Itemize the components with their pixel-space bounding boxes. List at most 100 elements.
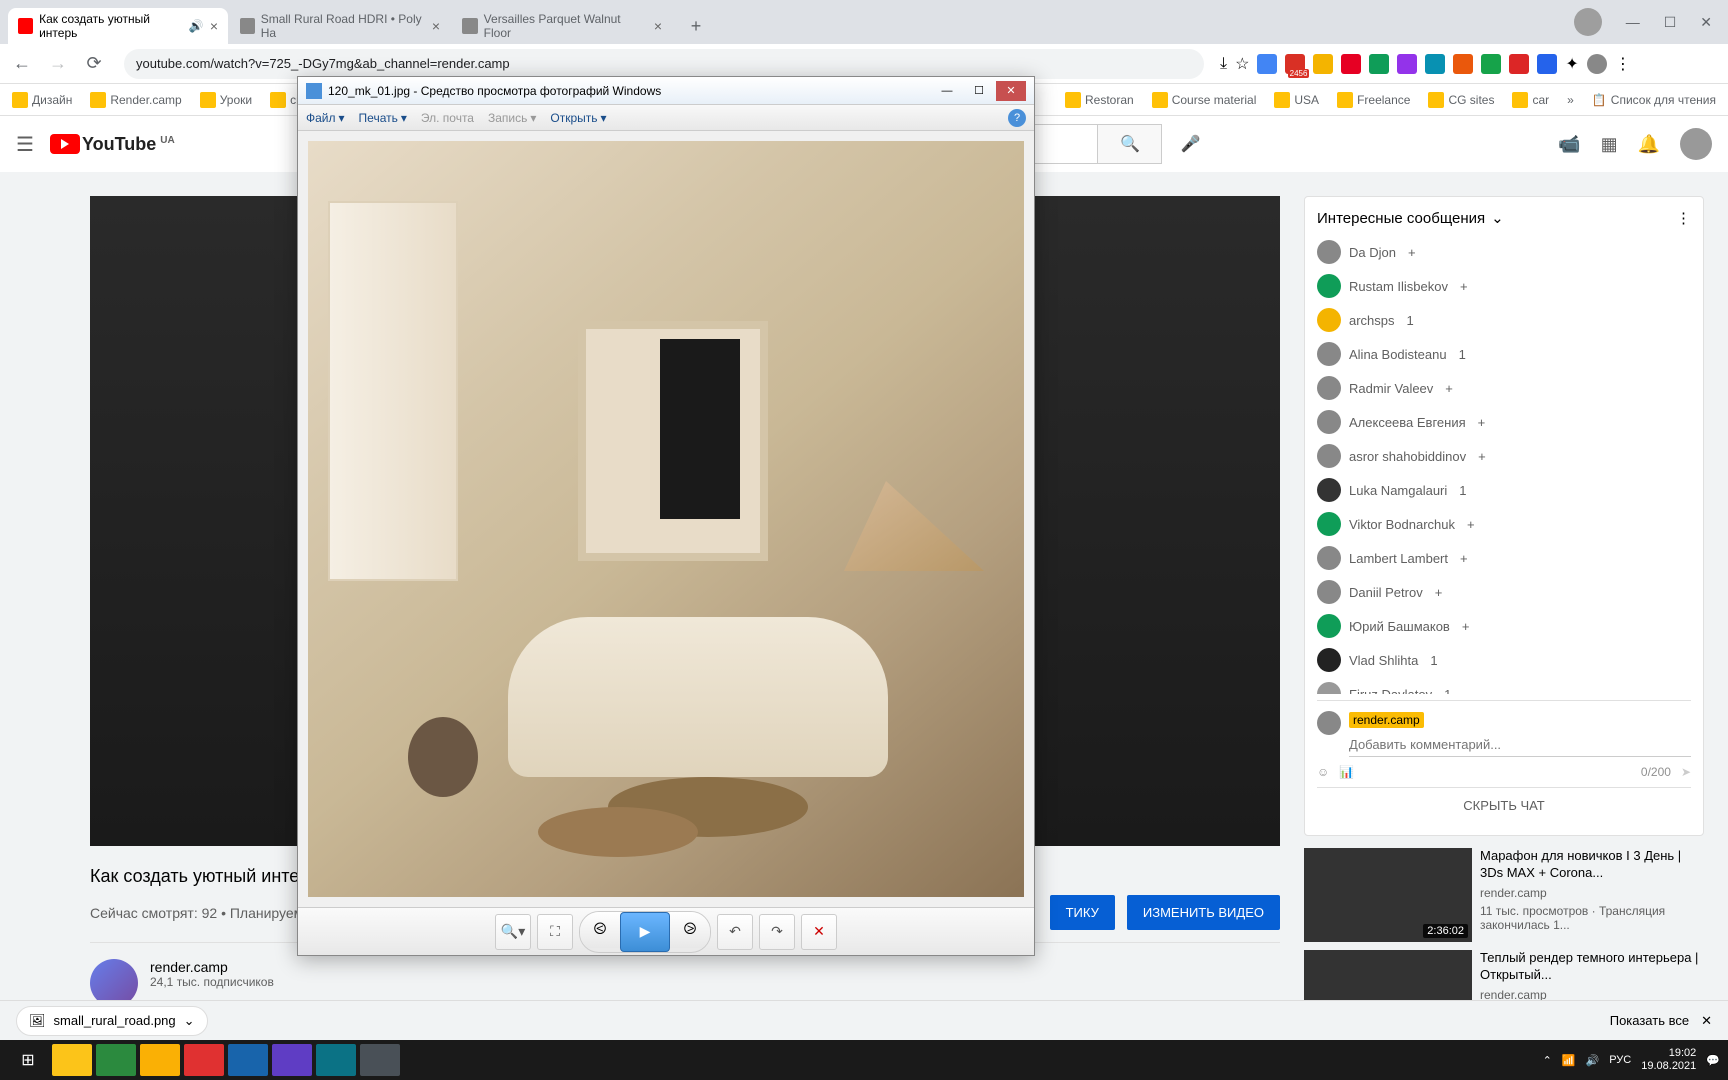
minimize-button[interactable]: — (932, 81, 962, 101)
extension-icon[interactable] (1257, 54, 1277, 74)
browser-tab-active[interactable]: Как создать уютный интерь 🔊 × (8, 8, 228, 44)
help-icon[interactable]: ? (1008, 109, 1026, 127)
record-menu[interactable]: Запись ▾ (488, 111, 536, 125)
address-bar[interactable]: youtube.com/watch?v=725_-DGy7mg&ab_chann… (124, 49, 1204, 79)
chat-username[interactable]: Rustam Ilisbekov (1349, 279, 1448, 294)
file-menu[interactable]: Файл ▾ (306, 111, 345, 125)
hamburger-icon[interactable]: ☰ (16, 132, 34, 157)
extensions-menu-icon[interactable]: ✦ (1565, 54, 1578, 74)
chat-user-avatar[interactable] (1317, 682, 1341, 694)
chat-user-avatar[interactable] (1317, 512, 1341, 536)
notifications-icon[interactable]: 🔔 (1638, 134, 1660, 155)
send-icon[interactable]: ➤ (1681, 765, 1691, 779)
search-button[interactable]: 🔍 (1098, 124, 1162, 164)
extension-icon[interactable] (1341, 54, 1361, 74)
chat-user-avatar[interactable] (1317, 376, 1341, 400)
create-video-icon[interactable]: 📹 (1558, 134, 1580, 155)
extension-icon[interactable] (1481, 54, 1501, 74)
rotate-right-button[interactable]: ↷ (759, 914, 795, 950)
extension-icon[interactable] (1397, 54, 1417, 74)
back-button[interactable]: ← (8, 50, 36, 78)
language-indicator[interactable]: РУС (1609, 1054, 1631, 1066)
chat-username[interactable]: Viktor Bodnarchuk (1349, 517, 1455, 532)
user-avatar[interactable] (1680, 128, 1712, 160)
bookmark-folder[interactable]: Restoran (1065, 92, 1134, 108)
bookmark-folder[interactable]: Дизайн (12, 92, 72, 108)
star-icon[interactable]: ☆ (1235, 54, 1249, 74)
new-tab-button[interactable]: + (682, 12, 710, 40)
extension-icon[interactable] (1313, 54, 1333, 74)
chat-username[interactable]: archsps (1349, 313, 1395, 328)
delete-button[interactable]: ✕ (801, 914, 837, 950)
maximize-button[interactable]: ☐ (964, 81, 994, 101)
chat-username[interactable]: Firuz Davlatov (1349, 687, 1432, 695)
reading-list-button[interactable]: 📋 Список для чтения (1592, 93, 1716, 107)
chat-user-avatar[interactable] (1317, 614, 1341, 638)
rotate-left-button[interactable]: ↶ (717, 914, 753, 950)
show-all-button[interactable]: Показать все (1610, 1013, 1689, 1028)
chat-user-avatar[interactable] (1317, 648, 1341, 672)
chrome-menu-icon[interactable]: ⋮ (1615, 54, 1631, 74)
chat-user-avatar[interactable] (1317, 478, 1341, 502)
edit-video-button[interactable]: ИЗМЕНИТЬ ВИДЕО (1127, 895, 1280, 930)
image-canvas[interactable] (298, 131, 1034, 907)
bookmark-folder[interactable]: Course material (1152, 92, 1257, 108)
close-button[interactable]: ✕ (1700, 14, 1712, 31)
bookmark-folder[interactable]: car (1512, 92, 1549, 108)
chat-username[interactable]: Radmir Valeev (1349, 381, 1433, 396)
open-menu[interactable]: Открыть ▾ (550, 111, 606, 125)
minimize-button[interactable]: — (1626, 14, 1640, 30)
chat-username[interactable]: Lambert Lambert (1349, 551, 1448, 566)
windows-photo-viewer[interactable]: 120_mk_01.jpg - Средство просмотра фотог… (297, 76, 1035, 956)
chat-user-avatar[interactable] (1317, 444, 1341, 468)
chat-user-avatar[interactable] (1317, 342, 1341, 366)
chat-user-avatar[interactable] (1317, 308, 1341, 332)
taskbar-app[interactable] (52, 1044, 92, 1076)
chat-username[interactable]: Da Djon (1349, 245, 1396, 260)
taskbar-app[interactable] (316, 1044, 356, 1076)
extension-icon[interactable] (1537, 54, 1557, 74)
close-icon[interactable]: ✕ (1701, 1013, 1712, 1029)
window-titlebar[interactable]: 120_mk_01.jpg - Средство просмотра фотог… (298, 77, 1034, 105)
slideshow-button[interactable]: ▶ (620, 912, 670, 952)
chat-header-title[interactable]: Интересные сообщения (1317, 210, 1485, 227)
chat-message-list[interactable]: Da Djon+Rustam Ilisbekov+archsps1Alina B… (1317, 235, 1691, 694)
chat-user-avatar[interactable] (1317, 546, 1341, 570)
taskbar-app[interactable] (228, 1044, 268, 1076)
maximize-button[interactable]: ☐ (1664, 14, 1677, 31)
browser-tab[interactable]: Small Rural Road HDRI • Poly Ha × (230, 8, 450, 44)
voice-search-button[interactable]: 🎤 (1170, 124, 1210, 164)
chat-menu-icon[interactable]: ⋮ (1676, 209, 1691, 227)
youtube-logo[interactable]: YouTube UA (50, 134, 175, 155)
taskbar-app[interactable] (272, 1044, 312, 1076)
tray-chevron-icon[interactable]: ⌃ (1543, 1054, 1552, 1067)
chat-user-avatar[interactable] (1317, 580, 1341, 604)
close-button[interactable]: ✕ (996, 81, 1026, 101)
extension-icon[interactable] (1425, 54, 1445, 74)
close-tab-icon[interactable]: × (654, 18, 662, 34)
apps-grid-icon[interactable]: ▦ (1601, 134, 1618, 155)
hide-chat-button[interactable]: СКРЫТЬ ЧАТ (1317, 787, 1691, 823)
emoji-icon[interactable]: ☺ (1317, 765, 1329, 779)
volume-icon[interactable]: 🔊 (1586, 1054, 1600, 1067)
start-button[interactable]: ⊞ (8, 1044, 48, 1076)
notifications-icon[interactable]: 💬 (1706, 1054, 1720, 1067)
chevron-down-icon[interactable]: ⌄ (184, 1013, 195, 1029)
taskbar-app[interactable] (184, 1044, 224, 1076)
chat-user-avatar[interactable] (1317, 274, 1341, 298)
chat-user-avatar[interactable] (1317, 240, 1341, 264)
poll-icon[interactable]: 📊 (1339, 765, 1354, 779)
extension-icon[interactable] (1509, 54, 1529, 74)
reload-button[interactable]: ⟳ (80, 50, 108, 78)
chrome-profile-icon[interactable] (1574, 8, 1602, 36)
zoom-button[interactable]: 🔍▾ (495, 914, 531, 950)
email-menu[interactable]: Эл. почта (421, 111, 474, 125)
close-tab-icon[interactable]: × (210, 18, 218, 34)
taskbar-app[interactable] (140, 1044, 180, 1076)
fit-button[interactable]: ⛶ (537, 914, 573, 950)
recommendation-item[interactable]: 2:36:02Марафон для новичков I 3 День | 3… (1304, 848, 1704, 942)
chevron-down-icon[interactable]: ⌄ (1491, 209, 1504, 227)
extension-icon[interactable] (1453, 54, 1473, 74)
taskbar-app[interactable] (96, 1044, 136, 1076)
chat-input[interactable] (1349, 733, 1691, 757)
